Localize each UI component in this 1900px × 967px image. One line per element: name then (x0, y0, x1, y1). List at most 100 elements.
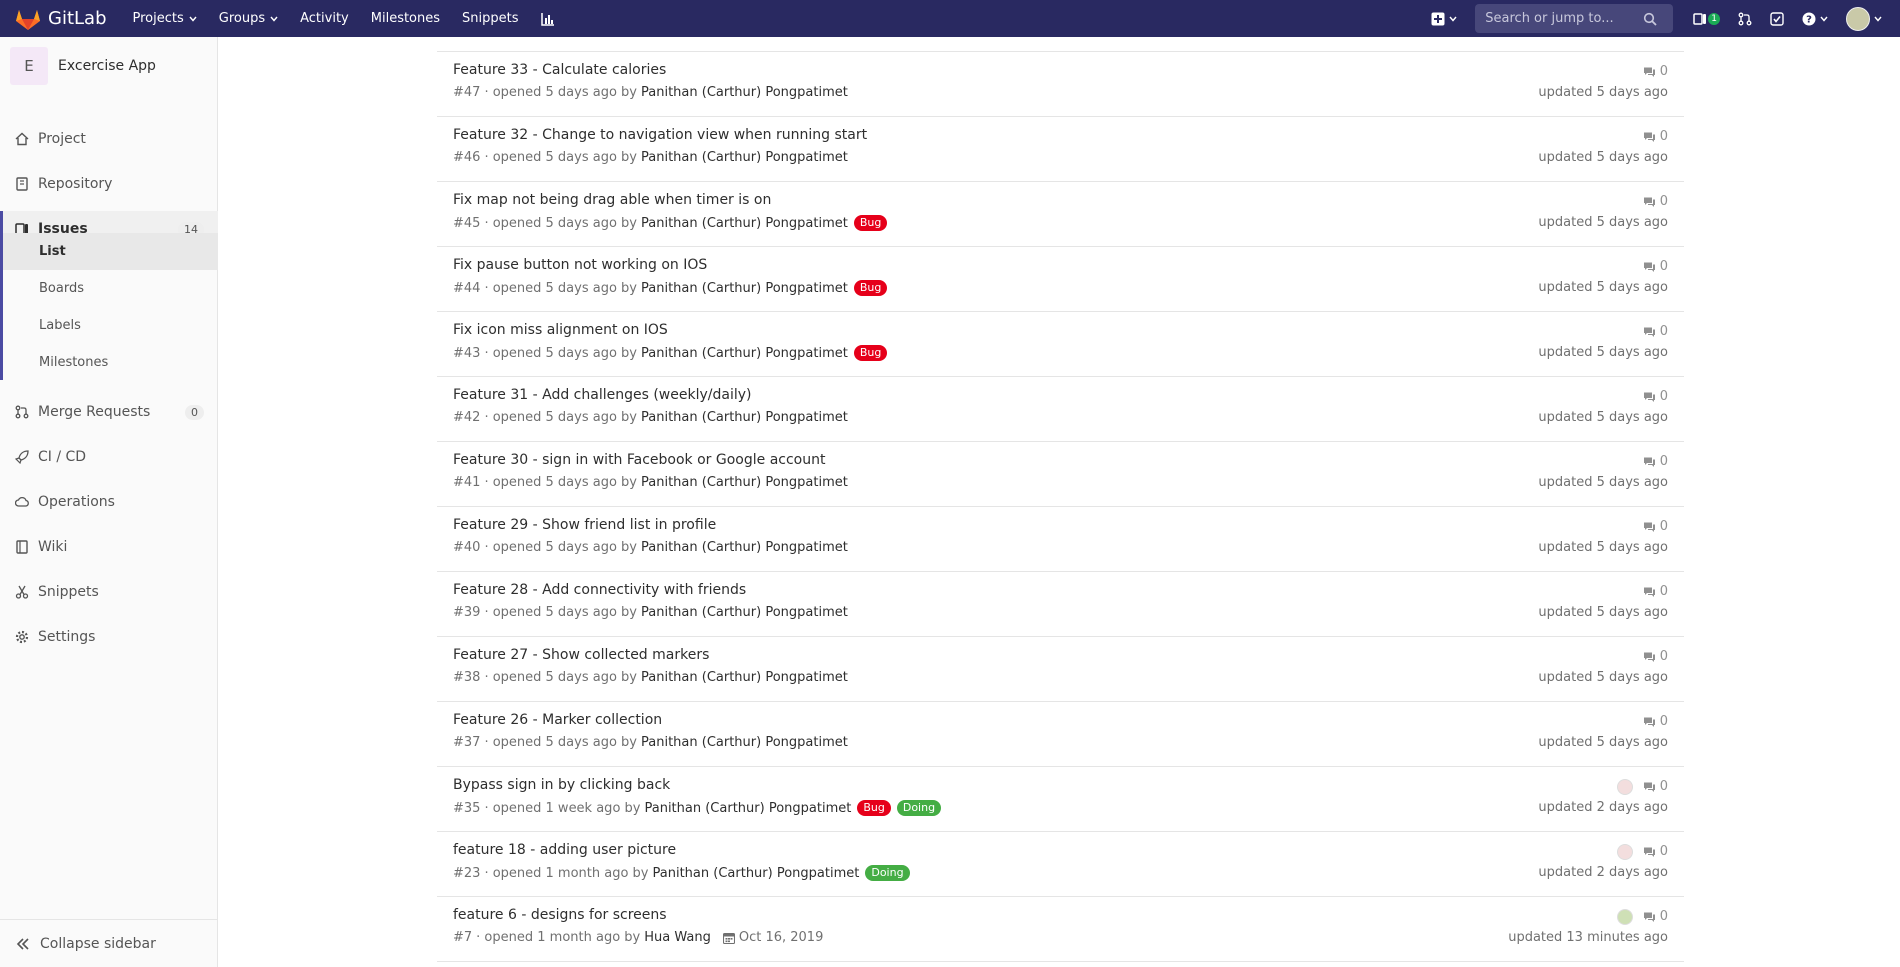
issue-author-link[interactable]: Panithan (Carthur) Pongpatimet (641, 670, 848, 685)
comments-link[interactable]: 0 (1538, 452, 1668, 471)
comments-link[interactable]: 0 (1538, 712, 1668, 731)
search-bar[interactable] (1475, 4, 1674, 33)
nav-groups[interactable]: Groups (219, 11, 278, 26)
issue-title-link[interactable]: Feature 27 - Show collected markers (453, 647, 709, 663)
issue-author-link[interactable]: Panithan (Carthur) Pongpatimet (641, 735, 848, 750)
issue-author-link[interactable]: Panithan (Carthur) Pongpatimet (641, 216, 848, 231)
label-bug[interactable]: Bug (857, 800, 891, 816)
comments-link[interactable]: 0 (1538, 127, 1668, 146)
user-menu-dropdown[interactable] (1846, 6, 1882, 31)
assignee-avatar[interactable] (1616, 843, 1633, 860)
issue-updated: updated 5 days ago (1538, 735, 1668, 750)
issue-author-link[interactable]: Panithan (Carthur) Pongpatimet (644, 801, 851, 816)
issue-ref: #7 (453, 930, 473, 945)
issue-author-link[interactable]: Hua Wang (644, 930, 711, 945)
issue-title-link[interactable]: Feature 29 - Show friend list in profile (453, 517, 716, 533)
help-dropdown[interactable]: ? (1802, 12, 1828, 26)
comments-link[interactable]: 0 (1508, 907, 1668, 926)
issue-title-link[interactable]: Feature 33 - Calculate calories (453, 62, 666, 78)
issue-title-link[interactable]: Feature 30 - sign in with Facebook or Go… (453, 452, 825, 468)
new-item-dropdown[interactable] (1431, 12, 1457, 26)
sidebar-item-project[interactable]: Project (0, 121, 218, 157)
project-header[interactable]: E Excercise App (0, 37, 217, 95)
issue-author-link[interactable]: Panithan (Carthur) Pongpatimet (641, 150, 848, 165)
issue-author-link[interactable]: Panithan (Carthur) Pongpatimet (641, 410, 848, 425)
analytics-icon[interactable] (540, 12, 555, 26)
todos-nav-button[interactable] (1770, 11, 1784, 26)
issue-updated: updated 5 days ago (1538, 345, 1668, 360)
sidebar-subitem-boards[interactable]: Boards (3, 270, 218, 307)
assignee-avatar[interactable] (1616, 778, 1633, 795)
gitlab-home-link[interactable]: GitLab (14, 6, 107, 32)
issue-title-link[interactable]: feature 6 - designs for screens (453, 907, 667, 923)
issue-title-link[interactable]: Feature 32 - Change to navigation view w… (453, 127, 867, 143)
issue-title-link[interactable]: feature 18 - adding user picture (453, 842, 676, 858)
issue-title-link[interactable]: Fix icon miss alignment on IOS (453, 322, 668, 338)
sidebar-subitem-milestones[interactable]: Milestones (3, 344, 218, 381)
nav-projects[interactable]: Projects (133, 11, 197, 26)
issue-right-meta: 0 updated 13 minutes ago (1508, 907, 1668, 945)
nav-activity[interactable]: Activity (300, 11, 349, 26)
issue-author-link[interactable]: Panithan (Carthur) Pongpatimet (641, 540, 848, 555)
issue-title-link[interactable]: Feature 26 - Marker collection (453, 712, 662, 728)
sidebar-item-repository[interactable]: Repository (0, 166, 218, 202)
chevron-down-icon (270, 16, 278, 22)
issue-title-link[interactable]: Fix map not being drag able when timer i… (453, 192, 771, 208)
comments-link[interactable]: 0 (1538, 257, 1668, 276)
comment-icon (1643, 261, 1656, 273)
label-doing[interactable]: Doing (865, 865, 910, 881)
sidebar-item-operations[interactable]: Operations (0, 484, 218, 520)
sidebar-item-snippets[interactable]: Snippets (0, 574, 218, 610)
issues-nav-button[interactable]: 1 (1693, 12, 1720, 26)
home-icon (14, 131, 30, 147)
issue-ref: #46 (453, 150, 481, 165)
search-input[interactable] (1483, 10, 1644, 27)
issue-ref: #43 (453, 345, 481, 361)
comment-count: 0 (1659, 844, 1668, 859)
comments-link[interactable]: 0 (1538, 842, 1668, 861)
issue-title-link[interactable]: Feature 31 - Add challenges (weekly/dail… (453, 387, 751, 403)
comments-link[interactable]: 0 (1538, 777, 1668, 796)
label-doing[interactable]: Doing (896, 800, 942, 816)
comments-link[interactable]: 0 (1538, 582, 1668, 601)
issue-right-meta: 0 updated 5 days ago (1538, 127, 1668, 165)
sidebar-item-merge-requests[interactable]: Merge Requests 0 (0, 394, 218, 430)
assignee-avatar[interactable] (1616, 908, 1633, 925)
comments-link[interactable]: 0 (1538, 387, 1668, 406)
comment-icon (1643, 651, 1656, 663)
sidebar-subitem-labels[interactable]: Labels (3, 307, 218, 344)
merge-requests-count-badge: 0 (185, 404, 204, 420)
comments-link[interactable]: 0 (1538, 322, 1668, 341)
sidebar-item-settings[interactable]: Settings (0, 619, 218, 655)
sidebar-item-ci-cd[interactable]: CI / CD (0, 439, 218, 475)
issue-author-link[interactable]: Panithan (Carthur) Pongpatimet (653, 866, 860, 881)
merge-requests-nav-button[interactable] (1738, 12, 1752, 26)
comments-link[interactable]: 0 (1538, 62, 1668, 81)
issue-author-link[interactable]: Panithan (Carthur) Pongpatimet (641, 85, 848, 100)
label-bug[interactable]: Bug (853, 215, 888, 231)
comments-link[interactable]: 0 (1538, 517, 1668, 536)
nav-milestones[interactable]: Milestones (371, 11, 440, 26)
sidebar-item-wiki[interactable]: Wiki (0, 529, 218, 565)
issue-ref: #42 (453, 410, 481, 425)
issue-title-link[interactable]: Bypass sign in by clicking back (453, 777, 670, 793)
issue-author-link[interactable]: Panithan (Carthur) Pongpatimet (641, 605, 848, 620)
issue-opened-text: · opened 5 days ago by (484, 735, 637, 750)
issue-opened-text: · opened 5 days ago by (484, 540, 637, 555)
label-bug[interactable]: Bug (853, 345, 888, 361)
svg-text:?: ? (1806, 14, 1812, 25)
issue-author-link[interactable]: Panithan (Carthur) Pongpatimet (641, 346, 848, 361)
issue-ref: #45 (453, 215, 481, 231)
book-icon (14, 539, 30, 555)
collapse-sidebar-button[interactable]: Collapse sidebar (0, 919, 218, 967)
issue-meta: #39 · opened 5 days ago by Panithan (Car… (453, 605, 848, 620)
nav-snippets[interactable]: Snippets (462, 11, 518, 26)
comments-link[interactable]: 0 (1538, 647, 1668, 666)
sidebar-subitem-list[interactable]: List (3, 233, 218, 270)
issue-author-link[interactable]: Panithan (Carthur) Pongpatimet (641, 475, 848, 490)
label-bug[interactable]: Bug (853, 280, 888, 296)
issue-title-link[interactable]: Feature 28 - Add connectivity with frien… (453, 582, 746, 598)
issue-author-link[interactable]: Panithan (Carthur) Pongpatimet (641, 281, 848, 296)
issue-title-link[interactable]: Fix pause button not working on IOS (453, 257, 707, 273)
comments-link[interactable]: 0 (1538, 192, 1668, 211)
